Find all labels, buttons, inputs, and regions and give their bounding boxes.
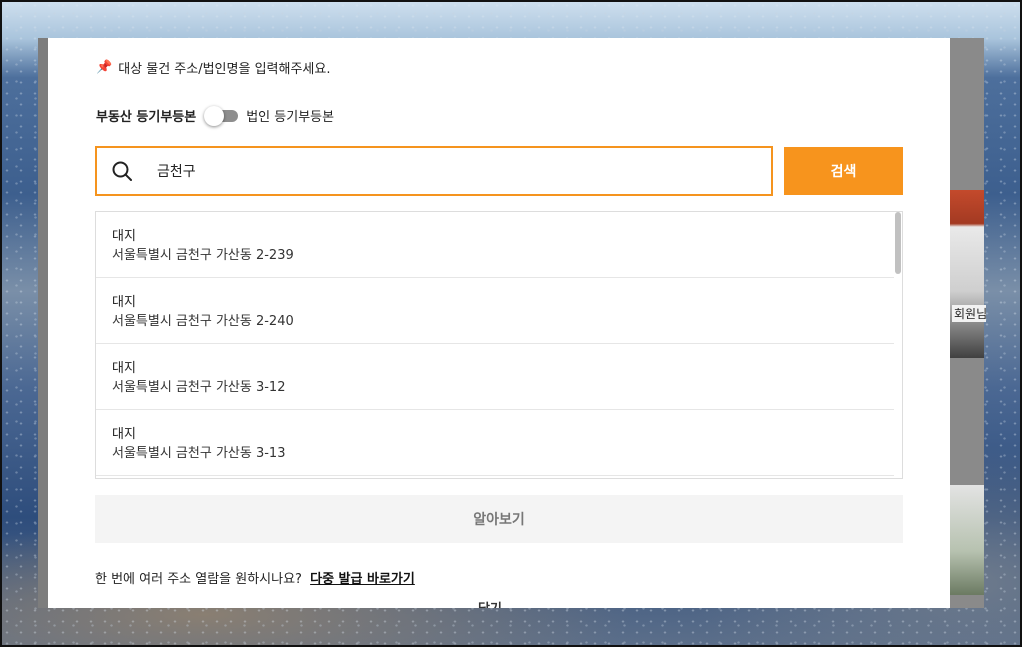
results-scrollbar[interactable] [894, 212, 902, 478]
registry-type-switch[interactable] [204, 105, 239, 126]
search-input[interactable] [147, 162, 739, 180]
scrollbar-thumb[interactable] [895, 212, 901, 274]
list-item[interactable]: 대지 서울특별시 금천구 가산동 2-239 [96, 212, 894, 278]
result-address: 서울특별시 금천구 가산동 3-13 [112, 446, 286, 461]
search-results-list[interactable]: 대지 서울특별시 금천구 가산동 2-239 대지 서울특별시 금천구 가산동 … [95, 211, 903, 479]
result-type: 대지 [112, 229, 136, 244]
search-box [95, 146, 773, 196]
multi-issue-link[interactable]: 다중 발급 바로가기 [310, 572, 415, 587]
multi-issue-prompt: 한 번에 여러 주소 열람을 원하시나요? 다중 발급 바로가기 [95, 568, 415, 587]
search-button[interactable]: 검색 [784, 147, 903, 195]
search-icon [97, 160, 147, 182]
registry-search-modal: 📌 대상 물건 주소/법인명을 입력해주세요. 부동산 등기부등본 법인 등기부… [48, 38, 950, 608]
result-address: 서울특별시 금천구 가산동 2-239 [112, 248, 294, 263]
toggle-left-label[interactable]: 부동산 등기부등본 [96, 106, 196, 125]
background-greeting: 회원님 [952, 305, 986, 322]
pushpin-icon: 📌 [96, 60, 113, 75]
result-address: 서울특별시 금천구 가산동 2-240 [112, 314, 294, 329]
notice-text: 대상 물건 주소/법인명을 입력해주세요. [118, 62, 331, 77]
background-card-image-2 [950, 485, 984, 595]
close-button[interactable]: 닫기 [478, 598, 502, 608]
list-item[interactable]: 대지 서울특별시 금천구 가산동 3-13 [96, 410, 894, 476]
multi-issue-text: 한 번에 여러 주소 열람을 원하시나요? [95, 572, 302, 587]
result-type: 대지 [112, 295, 136, 310]
registry-type-toggle-row: 부동산 등기부등본 법인 등기부등본 [96, 105, 334, 126]
toggle-right-label[interactable]: 법인 등기부등본 [246, 106, 334, 125]
result-type: 대지 [112, 361, 136, 376]
list-item[interactable]: 대지 서울특별시 금천구 가산동 2-240 [96, 278, 894, 344]
background-card-image [950, 190, 984, 358]
switch-knob [204, 105, 225, 126]
result-type: 대지 [112, 427, 136, 442]
background-page-left-edge [38, 38, 48, 608]
list-item[interactable]: 대지 서울특별시 금천구 가산동 3-12 [96, 344, 894, 410]
notice: 📌 대상 물건 주소/법인명을 입력해주세요. [96, 58, 330, 77]
learn-more-button[interactable]: 알아보기 [95, 495, 903, 543]
result-address: 서울특별시 금천구 가산동 3-12 [112, 380, 286, 395]
